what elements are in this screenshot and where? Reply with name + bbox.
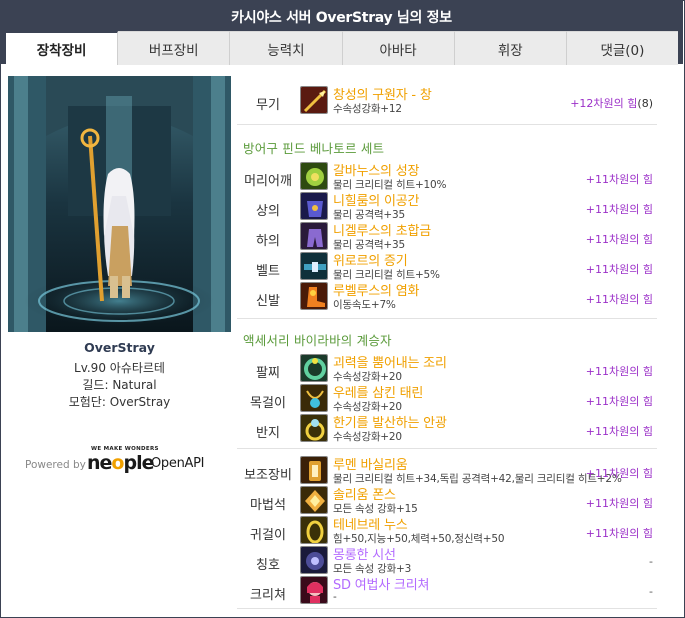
amplify-value: +11차원의 힘 [585,263,653,276]
character-portrait [8,76,231,332]
divider [237,608,657,609]
slot-label: 머리어깨 [244,174,292,189]
slot-label: 신발 [256,294,280,309]
equip-row-belt[interactable]: 벨트 위로르의 증기 물리 크리티컬 히트+5% +11차원의 힘 [237,252,657,282]
amplify-value: +11차원의 힘 [585,365,653,378]
openapi-label: OpenAPI [151,456,205,471]
item-option: 수속성강화+20 [333,431,402,443]
shoulder-armor-icon[interactable] [300,162,328,190]
amplify-value: - [649,585,653,598]
amplify-value: +11차원의 힘 [585,233,653,246]
equip-row-necklace[interactable]: 목걸이 우레를 삼킨 태린 수속성강화+20 +11차원의 힘 [237,384,657,414]
slot-label: 목걸이 [250,396,286,411]
equip-row-weapon[interactable]: 무기 창성의 구원자 - 창 수속성강화+12 +12차원의 힘(8) [237,86,657,116]
equip-row-top[interactable]: 상의 니힐룸의 이공간 물리 공격력+35 +11차원의 힘 [237,192,657,222]
character-level-job: Lv.90 아슈타르테 [74,361,165,375]
accessory-set-title: 액세서리 바이라바의 계승자 [243,333,392,348]
amplify-value: +11차원의 힘 [585,467,653,480]
equip-row-head[interactable]: 머리어깨 갈바누스의 성장 물리 크리티컬 히트+10% +11차원의 힘 [237,162,657,192]
equip-row-magicstone[interactable]: 마법석 솔리움 폰스 모든 속성 강화+15 +11차원의 힘 [237,486,657,516]
tab-avatar[interactable]: 아바타 [342,31,455,65]
equip-row-title[interactable]: 칭호 몽롱한 시선 모든 속성 강화+3 - [237,546,657,576]
tab-bar: 장착장비 버프장비 능력치 아바타 휘장 댓글(0) [6,31,679,65]
equip-row-support[interactable]: 보조장비 루멘 바실리움 물리 크리티컬 히트+34,독립 공격력+42,물리 … [237,456,657,486]
slot-label: 귀걸이 [250,528,286,543]
bottom-armor-icon[interactable] [300,222,328,250]
amplify-value: +11차원의 힘 [585,203,653,216]
powered-by-neople-logo[interactable]: Powered by WE MAKE WONDERS neople OpenAP… [25,446,225,484]
title-icon[interactable] [300,546,328,574]
slot-label: 반지 [256,426,280,441]
character-guild: 길드: Natural [82,378,157,392]
character-adventure: 모험단: OverStray [68,395,171,409]
character-details: Lv.90 아슈타르테 길드: Natural 모험단: OverStray [8,360,231,411]
support-equip-icon[interactable] [300,456,328,484]
necklace-icon[interactable] [300,384,328,412]
bracelet-icon[interactable] [300,354,328,382]
item-name[interactable]: SD 여법사 크리쳐 [333,574,429,593]
amplify-value: +11차원의 힘 [585,173,653,186]
slot-label: 크리쳐 [250,588,286,603]
equip-row-creature[interactable]: 크리쳐 SD 여법사 크리쳐 - - [237,576,657,606]
amplify-value: +11차원의 힘 [585,293,653,306]
shoes-icon[interactable] [300,282,328,310]
earring-icon[interactable] [300,516,328,544]
equip-row-shoes[interactable]: 신발 루벨루스의 염화 이동속도+7% +11차원의 힘 [237,282,657,312]
creature-icon[interactable] [300,576,328,604]
item-option: 이동속도+7% [333,299,396,311]
magic-stone-icon[interactable] [300,486,328,514]
amplify-value: +11차원의 힘 [585,527,653,540]
tab-emblem[interactable]: 휘장 [454,31,567,65]
amplify-value: - [649,555,653,568]
divider [237,124,657,125]
amplify-value: +11차원의 힘 [585,425,653,438]
belt-icon[interactable] [300,252,328,280]
tab-equipment[interactable]: 장착장비 [6,31,119,65]
divider [237,448,657,449]
equip-row-bracelet[interactable]: 팔찌 괴력을 뿜어내는 조리 수속성강화+20 +11차원의 힘 [237,354,657,384]
slot-label: 하의 [256,234,280,249]
slot-label: 보조장비 [244,468,292,483]
ring-icon[interactable] [300,414,328,442]
slot-label: 상의 [256,204,280,219]
amplify-value: +11차원의 힘 [585,395,653,408]
item-option: - [333,591,337,603]
amplify-value: +11차원의 힘 [585,497,653,510]
armor-set-title: 방어구 핀드 베나토르 세트 [243,141,385,156]
slot-label: 팔찌 [256,366,280,381]
page-title: 카시야스 서버 OverStray 님의 정보 [231,10,452,26]
divider [237,318,657,319]
slot-label: 벨트 [256,264,280,279]
character-name: OverStray [84,340,155,355]
slot-label: 칭호 [256,558,280,573]
slot-label: 무기 [256,98,280,113]
equip-row-bottom[interactable]: 하의 니겔루스의 초합금 물리 공격력+35 +11차원의 힘 [237,222,657,252]
equip-row-ring[interactable]: 반지 한기를 발산하는 안광 수속성강화+20 +11차원의 힘 [237,414,657,444]
top-armor-icon[interactable] [300,192,328,220]
equip-row-earring[interactable]: 귀걸이 테네브레 누스 힘+50,지능+50,체력+50,정신력+50 +11차… [237,516,657,546]
amplify-value: +12차원의 힘(8) [570,97,653,110]
tab-buff-equipment[interactable]: 버프장비 [118,31,231,65]
spear-icon[interactable] [300,86,328,114]
slot-label: 마법석 [250,498,286,513]
tab-comments[interactable]: 댓글(0) [566,31,679,65]
neople-wordmark: neople [87,452,154,474]
item-option: 수속성강화+12 [333,103,402,115]
tab-stats[interactable]: 능력치 [230,31,343,65]
powered-by-label: Powered by [25,459,86,471]
